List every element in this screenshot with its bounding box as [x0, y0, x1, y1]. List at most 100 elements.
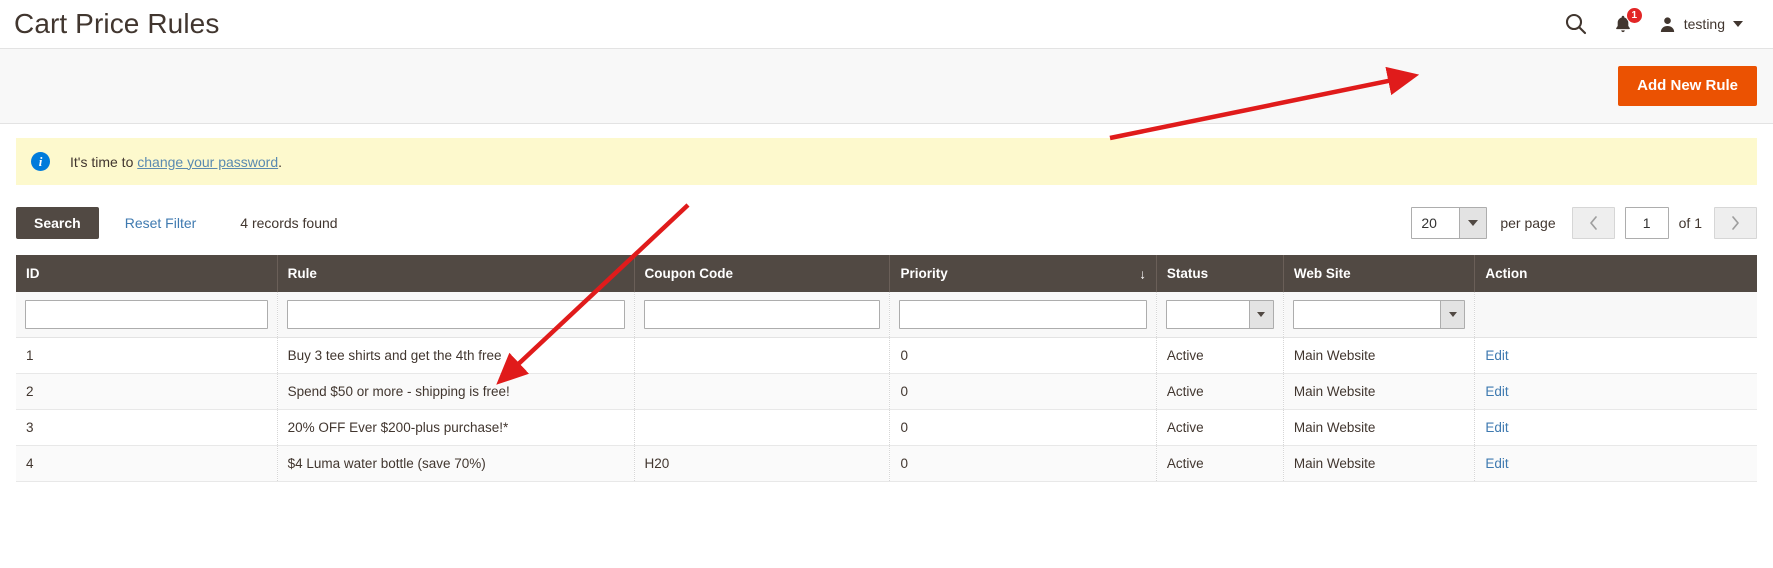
grid-filter-row: [16, 292, 1757, 338]
grid-column-header-coupon-code[interactable]: Coupon Code: [634, 255, 891, 292]
grid-cell-status: Active: [1156, 337, 1284, 374]
sort-desc-arrow-icon: ↓: [1139, 266, 1146, 281]
grid-column-label: Action: [1485, 266, 1528, 281]
current-page-input[interactable]: [1624, 207, 1669, 239]
grid-cell-priority: 0: [889, 337, 1157, 374]
table-row[interactable]: 1 Buy 3 tee shirts and get the 4th free 0 A…: [16, 337, 1757, 374]
table-row[interactable]: 4 $4 Luma water bottle (save 70%) H20 0 Acti…: [16, 445, 1757, 482]
grid-controls-bar: Search Reset Filter 4 records found 20 p…: [16, 207, 1757, 239]
info-icon: i: [31, 152, 50, 171]
table-row[interactable]: 3 20% OFF Ever $200-plus purchase!* 0 Activ…: [16, 409, 1757, 446]
password-notice-banner: i It's time to change your password.: [16, 138, 1757, 185]
records-found-label: 4 records found: [240, 215, 338, 231]
chevron-down-icon: [1733, 21, 1743, 27]
edit-link[interactable]: Edit: [1485, 456, 1508, 471]
grid-column-header-action[interactable]: Action: [1474, 255, 1757, 292]
filter-input-id[interactable]: [25, 300, 268, 329]
grid-cell-website: Main Website: [1283, 409, 1476, 446]
grid-cell-action: Edit: [1474, 373, 1757, 410]
grid-header-row: ID Rule Coupon Code Priority ↓ Status Web Site…: [16, 255, 1757, 292]
grid-cell-action: Edit: [1474, 409, 1757, 446]
chevron-down-icon: [1248, 301, 1273, 328]
grid-cell-rule: Spend $50 or more - shipping is free!: [277, 373, 635, 410]
per-page-select[interactable]: 20: [1411, 207, 1488, 239]
grid-cell-coupon-code: H20: [634, 445, 891, 482]
previous-page-button[interactable]: [1571, 207, 1615, 239]
notifications-count-badge: 1: [1625, 7, 1643, 24]
per-page-label: per page: [1500, 215, 1556, 231]
grid-column-label: Web Site: [1293, 266, 1351, 281]
grid-filter-cell-action: [1474, 292, 1757, 338]
grid-column-label: Status: [1166, 266, 1209, 281]
edit-link[interactable]: Edit: [1485, 420, 1508, 435]
add-new-rule-button[interactable]: Add New Rule: [1618, 66, 1757, 106]
cart-price-rules-grid: ID Rule Coupon Code Priority ↓ Status Web Site…: [16, 255, 1757, 482]
grid-column-header-rule[interactable]: Rule: [277, 255, 635, 292]
search-button[interactable]: Search: [16, 207, 99, 239]
grid-cell-rule: 20% OFF Ever $200-plus purchase!*: [277, 409, 635, 446]
notifications-button[interactable]: 1: [1612, 7, 1643, 35]
header-tools: 1 testing: [1564, 7, 1757, 36]
change-password-link[interactable]: change your password: [137, 154, 278, 170]
grid-cell-rule: $4 Luma water bottle (save 70%): [277, 445, 635, 482]
grid-cell-website: Main Website: [1283, 373, 1476, 410]
grid-cell-status: Active: [1156, 373, 1284, 410]
grid-cell-website: Main Website: [1283, 337, 1476, 374]
grid-column-header-status[interactable]: Status: [1156, 255, 1284, 292]
filter-select-status[interactable]: [1165, 300, 1274, 329]
grid-cell-action: Edit: [1474, 337, 1757, 374]
grid-column-header-priority[interactable]: Priority ↓: [889, 255, 1157, 292]
notice-text: It's time to change your password.: [70, 154, 282, 170]
grid-cell-status: Active: [1156, 409, 1284, 446]
notice-text-after: .: [278, 153, 283, 170]
grid-cell-action: Edit: [1474, 445, 1757, 482]
chevron-down-icon: [1440, 301, 1465, 328]
grid-cell-priority: 0: [889, 445, 1157, 482]
per-page-value: 20: [1421, 215, 1437, 231]
table-row[interactable]: 2 Spend $50 or more - shipping is free! 0 A…: [16, 373, 1757, 410]
grid-cell-coupon-code: [634, 337, 891, 374]
grid-column-label: ID: [26, 266, 40, 281]
grid-cell-priority: 0: [889, 373, 1157, 410]
cart-price-rules-page: Cart Price Rules 1 testing Add New Rule …: [0, 0, 1773, 568]
page-title: Cart Price Rules: [14, 8, 220, 39]
filter-input-rule[interactable]: [286, 300, 625, 329]
next-page-button[interactable]: [1714, 207, 1757, 239]
grid-cell-id: 3: [16, 409, 278, 446]
grid-column-header-web-site[interactable]: Web Site: [1283, 255, 1476, 292]
grid-cell-id: 4: [16, 445, 278, 482]
grid-cell-status: Active: [1156, 445, 1284, 482]
grid-cell-coupon-code: [634, 409, 891, 446]
filter-input-coupon-code[interactable]: [643, 300, 881, 329]
grid-filter-cell-rule: [277, 292, 635, 338]
grid-filter-cell-id: [16, 292, 278, 338]
edit-link[interactable]: Edit: [1485, 384, 1508, 399]
grid-cell-coupon-code: [634, 373, 891, 410]
user-avatar-icon: [1660, 16, 1674, 32]
grid-cell-id: 1: [16, 337, 278, 374]
grid-cell-website: Main Website: [1283, 445, 1476, 482]
filter-select-value: [1167, 301, 1249, 328]
user-name-label: testing: [1683, 16, 1725, 32]
pagination-controls: 20 per page of 1: [1411, 207, 1757, 239]
grid-filter-cell-web-site: [1283, 292, 1476, 338]
grid-cell-rule: Buy 3 tee shirts and get the 4th free: [277, 337, 635, 374]
filter-select-web-site[interactable]: [1292, 300, 1466, 329]
grid-column-label: Priority: [900, 266, 948, 281]
page-actions-bar: Add New Rule: [0, 48, 1773, 124]
grid-filter-cell-coupon-code: [634, 292, 891, 338]
grid-filter-cell-priority: [889, 292, 1157, 338]
filter-select-value: [1294, 301, 1441, 328]
edit-link[interactable]: Edit: [1485, 348, 1508, 363]
search-icon[interactable]: [1564, 12, 1588, 36]
user-menu[interactable]: testing: [1658, 15, 1743, 34]
grid-column-label: Rule: [287, 266, 317, 281]
grid-column-header-id[interactable]: ID: [16, 255, 278, 292]
grid-filter-cell-status: [1156, 292, 1284, 338]
reset-filter-link[interactable]: Reset Filter: [125, 215, 197, 231]
page-header: Cart Price Rules 1 testing: [0, 0, 1773, 48]
chevron-down-icon: [1459, 208, 1487, 238]
total-pages-label: of 1: [1678, 215, 1702, 231]
grid-column-label: Coupon Code: [644, 266, 734, 281]
filter-input-priority[interactable]: [899, 300, 1147, 329]
